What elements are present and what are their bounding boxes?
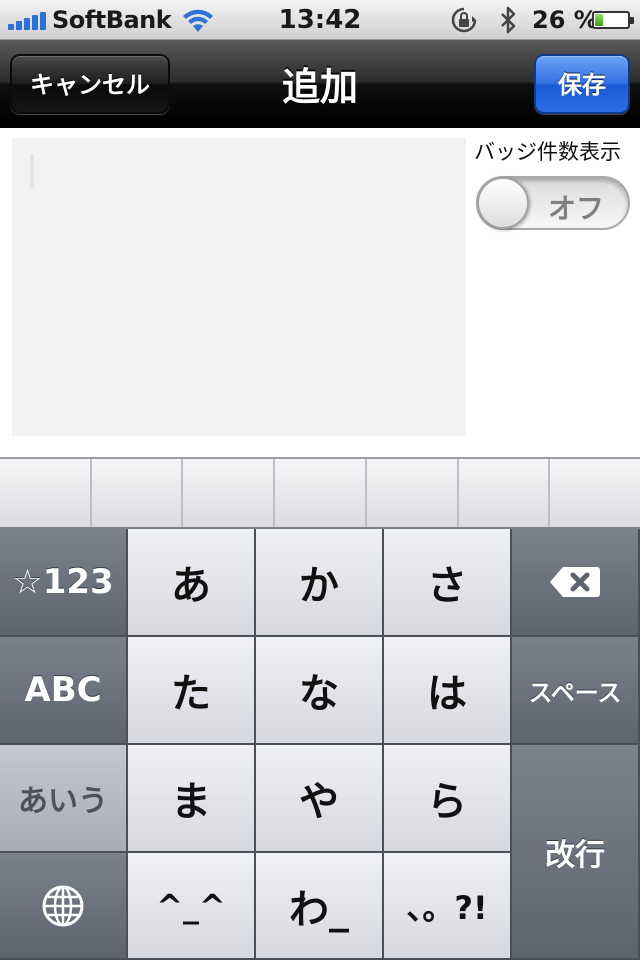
candidate-cell[interactable] [459, 459, 551, 527]
delete-icon [550, 567, 600, 597]
key-ta[interactable]: た [128, 637, 256, 745]
key-emoticon[interactable]: ^_^ [128, 853, 256, 960]
kana-key[interactable]: あいう [0, 745, 128, 853]
keyboard: ☆123 あ か さ ABC た な は スペース あいう ま や ら 改行 ^… [0, 529, 640, 960]
badge-count-toggle[interactable]: オフ [476, 176, 630, 230]
backspace-key[interactable] [512, 529, 640, 637]
toggle-knob[interactable] [477, 177, 529, 229]
battery-icon [592, 11, 634, 29]
globe-icon [42, 885, 84, 926]
key-ha[interactable]: は [384, 637, 512, 745]
bluetooth-icon [501, 6, 516, 34]
status-bar: SoftBank 13:42 26 % [0, 0, 640, 40]
text-cursor [30, 154, 34, 188]
candidate-bar [0, 457, 640, 529]
candidate-cell[interactable] [183, 459, 276, 527]
battery-percent: 26 % [532, 6, 598, 34]
key-na[interactable]: な [256, 637, 384, 745]
globe-key[interactable] [0, 853, 128, 960]
key-punctuation[interactable]: 、。?! [384, 853, 512, 960]
key-sa[interactable]: さ [384, 529, 512, 637]
battery-level [595, 14, 604, 26]
return-key[interactable]: 改行 [512, 745, 640, 960]
save-button[interactable]: 保存 [534, 54, 630, 114]
key-ka[interactable]: か [256, 529, 384, 637]
candidate-cell[interactable] [0, 459, 92, 527]
key-ya[interactable]: や [256, 745, 384, 853]
text-input-area[interactable] [12, 138, 466, 436]
candidate-cell[interactable] [550, 459, 640, 527]
rotation-lock-icon [451, 7, 477, 33]
space-key[interactable]: スペース [512, 637, 640, 745]
candidate-cell[interactable] [367, 459, 459, 527]
key-ra[interactable]: ら [384, 745, 512, 853]
badge-count-label: バッジ件数表示 [474, 140, 621, 164]
navigation-bar: キャンセル 追加 保存 [0, 40, 640, 128]
key-wa[interactable]: わ_ [256, 853, 384, 960]
numbers-key[interactable]: ☆123 [0, 529, 128, 637]
toggle-state-label: オフ [547, 192, 604, 225]
candidate-cell[interactable] [92, 459, 184, 527]
candidate-cell[interactable] [275, 459, 367, 527]
abc-key[interactable]: ABC [0, 637, 128, 745]
key-a[interactable]: あ [128, 529, 256, 637]
key-ma[interactable]: ま [128, 745, 256, 853]
